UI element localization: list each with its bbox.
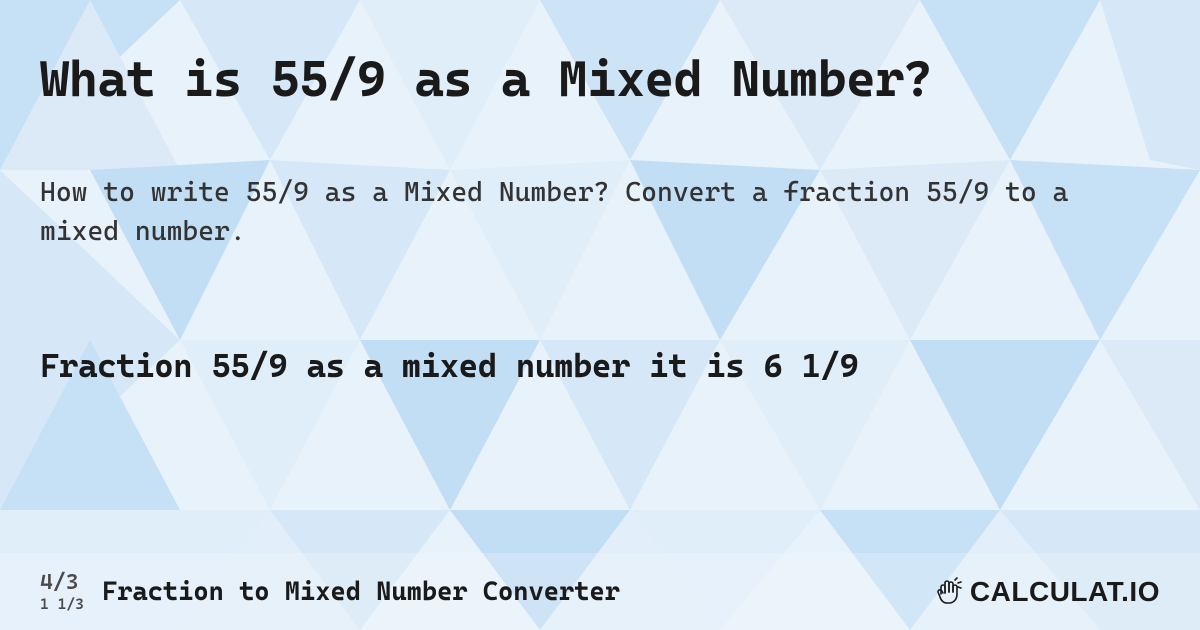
description-text: How to write 55/9 as a Mixed Number? Con… xyxy=(40,173,1090,251)
brand-logo: CALCULAT.IO xyxy=(932,575,1160,609)
footer-bar: 4/3 1 1/3 Fraction to Mixed Number Conve… xyxy=(0,553,1200,630)
fraction-icon-bottom: 1 1/3 xyxy=(40,596,84,613)
brand-text: CALCULAT.IO xyxy=(970,576,1160,608)
brand-hand-icon xyxy=(932,575,966,609)
fraction-icon: 4/3 1 1/3 xyxy=(40,571,84,612)
answer-text: Fraction 55/9 as a mixed number it is 6 … xyxy=(40,346,1160,385)
footer-left: 4/3 1 1/3 Fraction to Mixed Number Conve… xyxy=(40,571,620,612)
page-title: What is 55/9 as a Mixed Number? xyxy=(40,50,1160,108)
converter-title: Fraction to Mixed Number Converter xyxy=(102,577,620,607)
fraction-icon-top: 4/3 xyxy=(40,571,79,595)
